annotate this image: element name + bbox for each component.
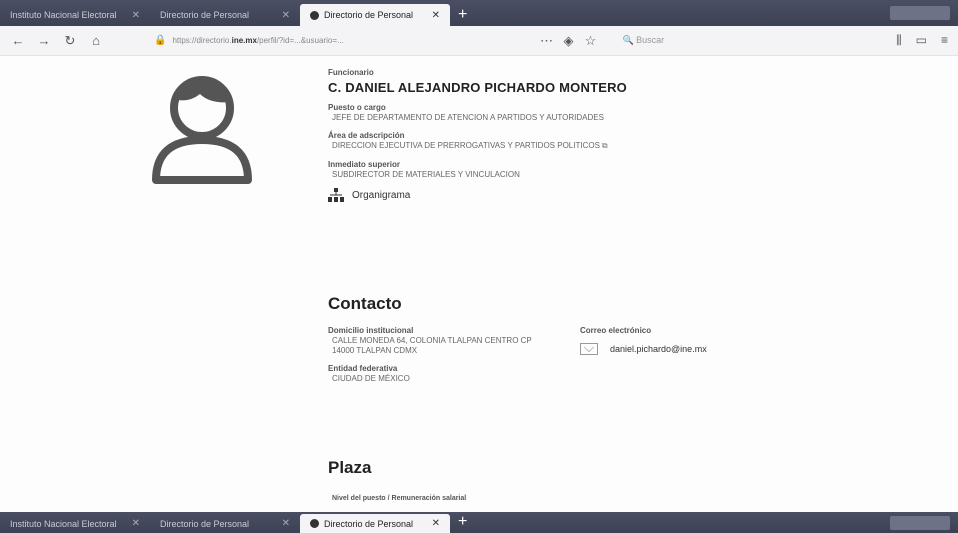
domicilio-line1: CALLE MONEDA 64, COLONIA TLALPAN CENTRO … xyxy=(332,336,532,345)
org-chart-icon xyxy=(328,188,344,202)
favicon-icon xyxy=(310,10,319,20)
tab-title: Instituto Nacional Electoral xyxy=(10,518,117,529)
entidad-label: Entidad federativa xyxy=(328,364,398,373)
role-label: Funcionario xyxy=(328,68,374,77)
browser-navbar: ← → ↻ ⌂ 🔒 https://directorio.ine.mx/perf… xyxy=(0,26,958,56)
favicon-icon xyxy=(310,519,319,528)
mail-icon xyxy=(580,343,598,355)
domicilio-label: Domicilio institucional xyxy=(328,326,414,335)
home-icon[interactable]: ⌂ xyxy=(88,33,104,48)
more-dots-icon[interactable]: ⋯ xyxy=(538,33,554,49)
correo-label: Correo electrónico xyxy=(580,326,652,335)
page-content: Funcionario C. DANIEL ALEJANDRO PICHARDO… xyxy=(0,56,958,512)
nivel-label: Nivel del puesto / Remuneración salarial xyxy=(332,495,467,502)
external-link-icon: ⧉ xyxy=(601,141,608,150)
user-avatar-icon xyxy=(152,76,252,184)
window-controls[interactable] xyxy=(890,515,950,530)
sidebar-icon[interactable]: ▭ xyxy=(916,33,927,48)
area-value-link[interactable]: DIRECCION EJECUTIVA DE PRERROGATIVAS Y P… xyxy=(332,141,848,151)
organigrama-link[interactable]: Organigrama xyxy=(328,188,848,202)
menu-icon[interactable]: ≡ xyxy=(941,33,948,48)
profile-details: Funcionario C. DANIEL ALEJANDRO PICHARDO… xyxy=(328,68,848,202)
organigrama-label: Organigrama xyxy=(352,189,411,201)
contacto-heading: Contacto xyxy=(328,294,402,313)
domicilio-line2: 14000 TLALPAN CDMX xyxy=(332,346,418,355)
tab-title: Instituto Nacional Electoral xyxy=(10,10,117,20)
reload-icon[interactable]: ↻ xyxy=(62,33,78,49)
employee-name: C. DANIEL ALEJANDRO PICHARDO MONTERO xyxy=(328,80,627,95)
browser-tab-active[interactable]: Directorio de Personal ✕ xyxy=(300,514,450,533)
close-icon[interactable]: ✕ xyxy=(282,518,290,529)
tab-title: Directorio de Personal xyxy=(160,518,250,529)
tab-title: Directorio de Personal xyxy=(324,518,414,529)
forward-arrow-icon[interactable]: → xyxy=(36,33,52,48)
new-tab-button[interactable]: + xyxy=(450,511,475,533)
plaza-heading: Plaza xyxy=(328,458,372,477)
search-input[interactable]: 🔍 Buscar xyxy=(622,35,664,46)
back-arrow-icon[interactable]: ← xyxy=(10,33,26,48)
new-tab-button[interactable]: + xyxy=(450,4,475,26)
pocket-icon[interactable]: ◈ xyxy=(560,33,576,49)
url-text: https://directorio.ine.mx/perfil/?id=...… xyxy=(172,36,344,45)
contacto-address: Domicilio institucional CALLE MONEDA 64,… xyxy=(328,326,568,392)
browser-tab-2[interactable]: Directorio de Personal ✕ xyxy=(150,514,300,533)
url-bar[interactable]: 🔒 https://directorio.ine.mx/perfil/?id=.… xyxy=(114,31,886,51)
tab-title: Directorio de Personal xyxy=(324,10,414,20)
close-icon[interactable]: ✕ xyxy=(132,10,140,21)
browser-tab-active[interactable]: Directorio de Personal ✕ xyxy=(300,4,450,26)
browser-tab-1[interactable]: Instituto Nacional Electoral ✕ xyxy=(0,4,150,26)
close-icon[interactable]: ✕ xyxy=(432,10,440,21)
window-controls[interactable] xyxy=(890,6,950,20)
email-address: daniel.pichardo@ine.mx xyxy=(610,344,707,354)
contacto-email: Correo electrónico daniel.pichardo@ine.m… xyxy=(580,326,840,355)
tab-title: Directorio de Personal xyxy=(160,10,250,20)
close-icon[interactable]: ✕ xyxy=(282,10,290,21)
puesto-label: Puesto o cargo xyxy=(328,103,386,112)
lock-icon: 🔒 xyxy=(154,35,167,46)
browser-tab-1[interactable]: Instituto Nacional Electoral ✕ xyxy=(0,514,150,533)
browser-tab-2[interactable]: Directorio de Personal ✕ xyxy=(150,4,300,26)
browser-tabbar: Instituto Nacional Electoral ✕ Directori… xyxy=(0,0,958,26)
superior-value: SUBDIRECTOR DE MATERIALES Y VINCULACION xyxy=(332,170,520,179)
area-label: Área de adscripción xyxy=(328,131,405,140)
library-icon[interactable]: ⫼ xyxy=(896,33,902,48)
close-icon[interactable]: ✕ xyxy=(132,518,140,529)
taskbar-tabbar: Instituto Nacional Electoral ✕ Directori… xyxy=(0,512,958,533)
entidad-value: CIUDAD DE MÉXICO xyxy=(332,374,410,383)
email-link[interactable]: daniel.pichardo@ine.mx xyxy=(580,343,840,355)
close-icon[interactable]: ✕ xyxy=(432,518,440,529)
superior-label: Inmediato superior xyxy=(328,160,401,169)
puesto-value: JEFE DE DEPARTAMENTO DE ATENCION A PARTI… xyxy=(332,113,604,122)
star-icon[interactable]: ☆ xyxy=(582,33,598,49)
